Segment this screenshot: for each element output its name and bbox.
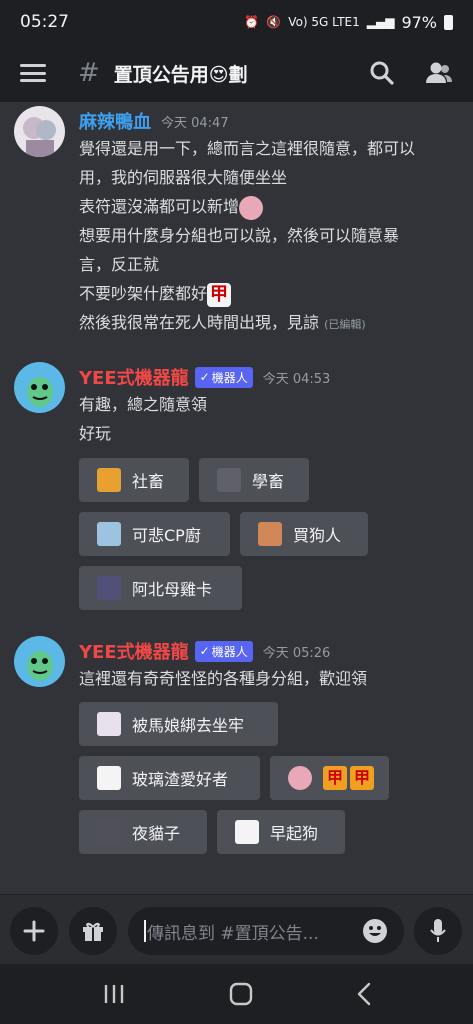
role-icon (97, 468, 121, 492)
role-icon (217, 468, 241, 492)
timestamp: 今天 05:26 (262, 645, 331, 661)
message-line: 不要吵架什麼都好甲 (79, 279, 461, 308)
emoji-button[interactable] (362, 918, 388, 948)
voice-message-button[interactable] (414, 907, 462, 955)
signal-icon: ▂▄▆ (366, 15, 395, 29)
username[interactable]: 麻辣鴨血 (79, 108, 151, 134)
role-icon (97, 766, 121, 790)
timestamp: 今天 04:53 (262, 371, 331, 387)
check-icon: ✓ (199, 644, 210, 658)
role-icon (97, 820, 121, 844)
home-icon[interactable] (229, 982, 253, 1006)
status-bar: 05:27 ⏰ 🔇 Vo) 5G LTE1 ▂▄▆ 97% (0, 0, 473, 44)
search-icon[interactable] (369, 60, 395, 86)
message-line: 這裡還有奇奇怪怪的各種身分組，歡迎領 (79, 669, 368, 688)
message-line: 有趣，總之隨意領 (79, 395, 208, 414)
role-icon (235, 820, 259, 844)
back-icon[interactable] (356, 982, 372, 1006)
role-icon (97, 522, 121, 546)
role-button-horse-girl[interactable]: 被馬娘綁去坐牢 (79, 702, 278, 746)
message-composer: 傳訊息到 #置頂公告... (0, 894, 473, 964)
system-nav-bar (0, 964, 473, 1024)
jia-icon: 甲 (350, 766, 374, 790)
role-button-glass-fan[interactable]: 玻璃渣愛好者 (79, 756, 260, 800)
role-button-social-animal[interactable]: 社畜 (79, 458, 189, 502)
battery-percent: 97% (401, 12, 437, 32)
edited-label: (已編輯) (324, 318, 366, 331)
message-list[interactable]: 麻辣鴨血 今天 04:47 覺得還是用一下，總而言之這裡很隨意，都可以 用，我的… (0, 102, 473, 894)
status-icons: ⏰ 🔇 Vo) 5G LTE1 ▂▄▆ 97% (244, 13, 453, 32)
message-body: YEE式機器龍 ✓ 機器人 今天 05:26 這裡還有奇奇怪怪的各種身分組，歡迎領 (79, 638, 461, 693)
username[interactable]: YEE式機器龍 (79, 638, 189, 664)
role-button-night-owl[interactable]: 夜貓子 (79, 810, 207, 854)
bot-badge: ✓ 機器人 (194, 366, 253, 388)
emoji-icon (363, 919, 387, 943)
message-body: 麻辣鴨血 今天 04:47 覺得還是用一下，總而言之這裡很隨意，都可以 用，我的… (79, 108, 461, 339)
gift-button[interactable] (69, 907, 117, 955)
channel-name: 置頂公告用😍劃 (113, 63, 248, 86)
role-button-pig-jia[interactable]: 甲 甲 (270, 756, 389, 800)
role-icon (97, 576, 121, 600)
microphone-icon (430, 919, 446, 942)
message-line: 想要用什麼身分組也可以說，然後可以隨意暴 (79, 226, 400, 245)
status-time: 05:27 (20, 12, 69, 32)
bot-badge: ✓ 機器人 (194, 640, 253, 662)
custom-emoji-pig-icon[interactable] (239, 195, 264, 220)
role-button-abei[interactable]: 阿北母雞卡 (79, 566, 242, 610)
message-body: YEE式機器龍 ✓ 機器人 今天 04:53 有趣，總之隨意領 好玩 (79, 364, 461, 448)
timestamp: 今天 04:47 (161, 115, 229, 131)
text-caret (144, 920, 146, 942)
plus-icon (23, 920, 45, 942)
recent-apps-icon[interactable] (102, 983, 126, 1005)
username[interactable]: YEE式機器龍 (79, 364, 189, 390)
role-button-student-animal[interactable]: 學畜 (199, 458, 309, 502)
role-button-cp-fan[interactable]: 可悲CP廚 (79, 512, 230, 556)
message-line: 好玩 (79, 424, 112, 443)
members-icon[interactable] (425, 60, 453, 86)
jia-icon: 甲 (323, 766, 347, 790)
role-button-early-dog[interactable]: 早起狗 (217, 810, 345, 854)
message-line: 然後我很常在死人時間出現，見諒 (已編輯) (79, 313, 366, 332)
bot-avatar[interactable] (14, 362, 65, 413)
message-line: 覺得還是用一下，總而言之這裡很隨意，都可以 (79, 139, 416, 158)
role-button-dog-buyer[interactable]: 買狗人 (240, 512, 368, 556)
message-line: 用，我的伺服器很大隨便坐坐 (79, 168, 288, 187)
battery-icon (444, 14, 453, 30)
channel-header: # 置頂公告用😍劃 (0, 44, 473, 102)
channel-hash-icon: # (78, 58, 100, 88)
alarm-icon: ⏰ (244, 15, 260, 29)
network-label: Vo) 5G LTE1 (288, 15, 360, 29)
add-attachment-button[interactable] (10, 907, 58, 955)
message-line: 表符還沒滿都可以新增 (79, 192, 461, 221)
avatar[interactable] (14, 106, 65, 157)
message-line: 言，反正就 (79, 255, 160, 274)
bot-avatar[interactable] (14, 636, 65, 687)
mute-icon: 🔇 (266, 15, 282, 29)
gift-icon (83, 922, 103, 941)
role-icon (258, 522, 282, 546)
role-icon (97, 712, 121, 736)
pig-icon (288, 766, 312, 790)
custom-emoji-jia-icon[interactable]: 甲 (207, 282, 232, 307)
hamburger-menu-icon[interactable] (20, 64, 46, 82)
check-icon: ✓ (199, 370, 210, 384)
